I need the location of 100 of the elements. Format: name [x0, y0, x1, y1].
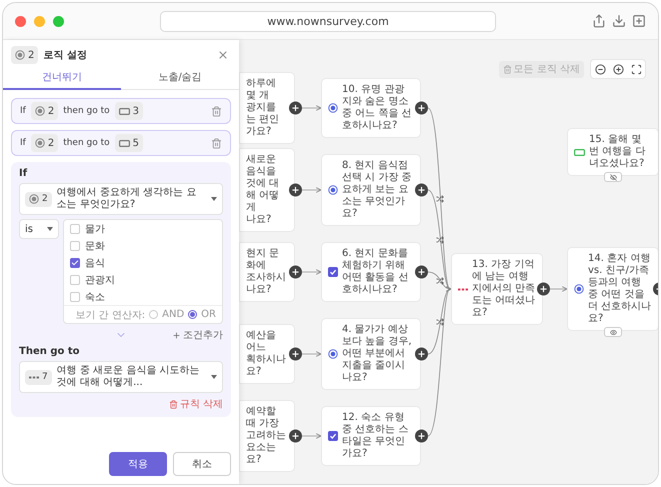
close-window-button[interactable]: [15, 16, 26, 26]
add-button[interactable]: [415, 348, 428, 360]
add-button[interactable]: [289, 348, 302, 360]
question-number: 2: [48, 106, 54, 116]
shuffle-icon: [436, 276, 444, 284]
question-number: 7: [42, 372, 48, 382]
shuffle-icon: [436, 318, 444, 326]
node-text: 는 편인가요?: [246, 114, 280, 138]
download-icon[interactable]: [612, 14, 626, 28]
node-text: 8. 현지 음식점 선택 시 가장 중요하게 보는 요소는 무엇인가요?: [342, 160, 413, 220]
delete-button[interactable]: [211, 106, 222, 116]
add-button[interactable]: [415, 430, 428, 442]
address-bar[interactable]: www.nownsurvey.com: [160, 10, 496, 32]
plus-icon: [291, 432, 300, 440]
node-text: 획하시나요?: [246, 354, 287, 378]
close-button[interactable]: [217, 49, 229, 61]
zoom-out-icon: [594, 64, 606, 74]
dots-icon: [458, 288, 468, 290]
question-node[interactable]: 6. 현지 문화를 체험하기 위해 어떤 활동을 선호하시나요?: [321, 242, 421, 302]
node-text: 광지를: [246, 102, 277, 114]
question-node[interactable]: 13. 가장 기억에 남는 여행지에서의 만족도는 어떠셨나요?: [451, 253, 543, 325]
node-text: 예산을 어느: [246, 330, 277, 354]
plus-icon: [291, 268, 300, 276]
question-node[interactable]: 4. 물가가 예상보다 높을 경우, 어떤 부분에서 지출을 줄이시나요?: [321, 318, 421, 390]
cancel-button[interactable]: 취소: [173, 452, 231, 476]
plus-icon: [172, 330, 181, 340]
node-text: 14. 혼자 여행 vs. 친구/가족 등과의 여행 중 어떤 것을 더 선호하시나요?: [588, 253, 652, 325]
question-node[interactable]: 14. 혼자 여행 vs. 친구/가족 등과의 여행 중 어떤 것을 더 선호하시나요?: [567, 247, 658, 331]
question-number: 3: [132, 106, 140, 116]
node-text: 예약할 때 가장: [246, 406, 280, 430]
plus-icon: [539, 284, 548, 294]
question-number: 2: [48, 138, 54, 148]
connector-line: [302, 269, 322, 275]
plus-icon: [417, 186, 426, 194]
text-field-icon: [118, 108, 130, 114]
add-button[interactable]: [415, 266, 428, 278]
shuffle-icon: [436, 236, 444, 244]
delete-button[interactable]: [211, 138, 222, 148]
eye-icon: [610, 328, 616, 336]
operator-label: 보기 간 연산자:: [75, 308, 146, 322]
radio-button[interactable]: [188, 310, 198, 319]
question-node[interactable]: 새로운 음식을 것에 대해 어떻게 나요?: [239, 148, 295, 232]
connector-line: [550, 286, 568, 292]
plus-icon: [417, 268, 426, 276]
caret-icon: [211, 375, 217, 379]
checkbox-icon: [328, 431, 338, 441]
question-number: 2: [42, 194, 48, 204]
node-text: 고려하는 요소는: [246, 430, 287, 454]
add-button[interactable]: [537, 282, 550, 296]
add-button[interactable]: [415, 184, 428, 196]
rule-label: then go to: [63, 106, 110, 116]
question-node[interactable]: 8. 현지 음식점 선택 시 가장 중요하게 보는 요소는 무엇인가요?: [321, 154, 421, 226]
question-node[interactable]: 10. 유명 관광지와 숨은 명소 중 어느 쪽을 선호하시나요?: [321, 78, 421, 138]
node-text: 15. 올해 몇 번 여행을 다녀오셨나요?: [589, 134, 646, 170]
trash-icon: [211, 106, 222, 116]
close-icon: [217, 49, 229, 61]
trash-icon: [211, 138, 222, 148]
caret-icon: [47, 227, 53, 231]
apply-button[interactable]: 적용: [109, 452, 167, 476]
plus-icon: [417, 350, 426, 358]
node-text: 것에 대해 어떻게: [246, 178, 280, 214]
radio-icon: [34, 138, 45, 148]
text-field-icon: [118, 140, 130, 146]
tab[interactable]: 건너뛰기: [3, 66, 121, 90]
radio-icon: [328, 103, 338, 113]
connector-line: [302, 433, 322, 439]
fullscreen-icon: [630, 64, 642, 74]
question-node[interactable]: 예산을 어느 획하시나요?: [239, 324, 295, 384]
connector-line: [302, 105, 322, 111]
new-tab-icon[interactable]: [632, 14, 646, 28]
caret-icon: [211, 197, 217, 201]
plus-icon: [291, 186, 300, 194]
share-icon[interactable]: [592, 14, 606, 28]
tab[interactable]: 노출/숨김: [121, 66, 239, 90]
plus-icon: [417, 104, 426, 112]
question-node[interactable]: 하루에 몇 개 광지를 는 편인가요?: [239, 72, 295, 144]
node-text: 조사하시나요?: [246, 272, 287, 296]
node-text: 나요?: [246, 214, 272, 226]
check-icon: [71, 258, 79, 266]
radio-icon: [574, 284, 584, 294]
question-node[interactable]: 현지 문화에 조사하시나요?: [239, 242, 295, 302]
question-node[interactable]: 15. 올해 몇 번 여행을 다녀오셨나요?: [567, 128, 658, 176]
add-button[interactable]: [289, 102, 302, 114]
operator-select[interactable]: is: [19, 219, 59, 239]
question-node[interactable]: 예약할 때 가장 고려하는 요소는 요?: [239, 400, 295, 472]
node-text: 4. 물가가 예상보다 높을 경우, 어떤 부분에서 지출을 줄이시나요?: [342, 324, 413, 384]
question-node[interactable]: 12. 숙소 유형 중 선호하는 스타일은 무엇인가요?: [321, 406, 421, 466]
shuffle-icon: [436, 194, 444, 202]
add-button[interactable]: [289, 266, 302, 278]
question-number: 5: [132, 138, 140, 148]
add-button[interactable]: [415, 102, 428, 114]
add-condition-button[interactable]: 조건추가: [172, 328, 223, 342]
node-text: 13. 가장 기억에 남는 여행지에서의 만족도는 어떠셨나요?: [472, 259, 536, 319]
rule-label: If: [20, 106, 26, 116]
text-field-icon: [574, 148, 585, 156]
add-button[interactable]: [289, 430, 302, 442]
checkbox[interactable]: [70, 258, 80, 268]
radio-label: OR: [201, 309, 216, 320]
option-label: 관광지: [85, 274, 115, 286]
add-button[interactable]: [289, 184, 302, 196]
